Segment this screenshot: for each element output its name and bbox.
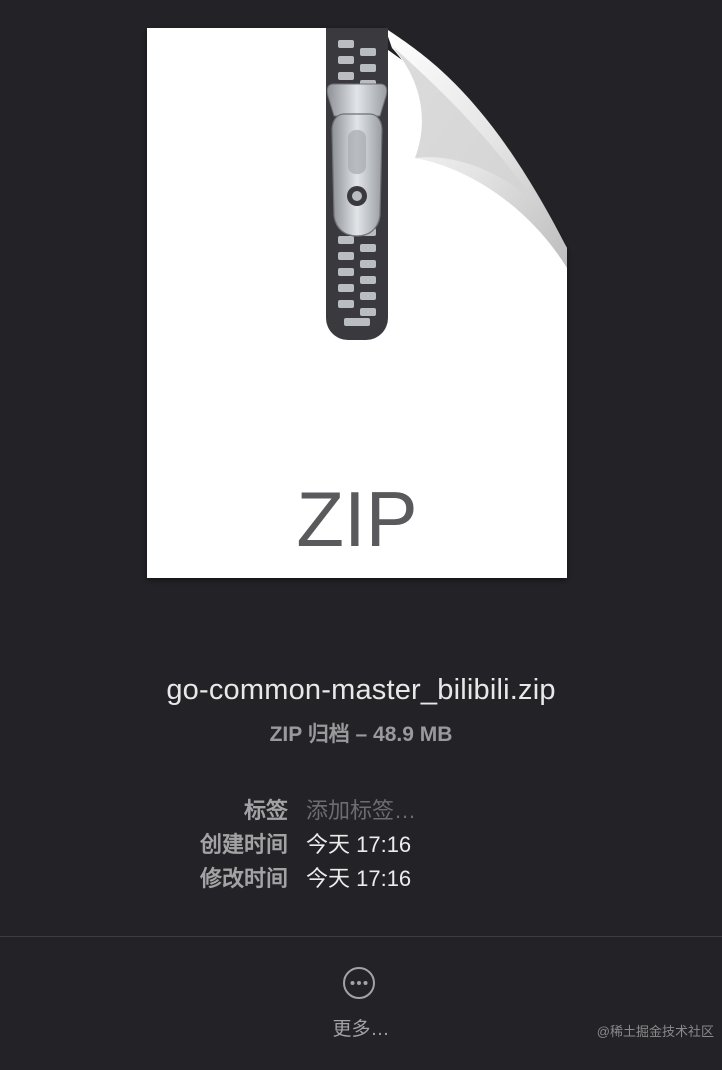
ellipsis-circle-icon bbox=[343, 967, 375, 999]
tags-label: 标签 bbox=[243, 798, 288, 823]
watermark: @稀土掘金技术社区 bbox=[596, 1024, 714, 1039]
modified-row: 修改时间 今天 17:16 bbox=[0, 861, 722, 891]
more-label: 更多… bbox=[332, 1019, 390, 1040]
modified-label: 修改时间 bbox=[199, 866, 288, 891]
modified-value: 今天 17:16 bbox=[306, 866, 412, 891]
divider bbox=[0, 936, 722, 937]
created-row: 创建时间 今天 17:16 bbox=[0, 827, 722, 857]
more-button[interactable]: 更多… bbox=[311, 958, 411, 1044]
created-label: 创建时间 bbox=[199, 832, 288, 857]
add-tags-field[interactable]: 添加标签… bbox=[306, 793, 416, 825]
tags-row: 标签 添加标签… bbox=[0, 793, 722, 823]
file-preview-panel: ZIP go-common-master_bilibili.zip ZIP 归档… bbox=[0, 0, 722, 1070]
file-name: go-common-master_bilibili.zip bbox=[166, 674, 556, 706]
zip-label: ZIP bbox=[296, 475, 417, 563]
created-value: 今天 17:16 bbox=[306, 832, 412, 857]
zip-file-icon: ZIP bbox=[147, 28, 567, 578]
file-meta: ZIP 归档 – 48.9 MB bbox=[269, 723, 453, 746]
